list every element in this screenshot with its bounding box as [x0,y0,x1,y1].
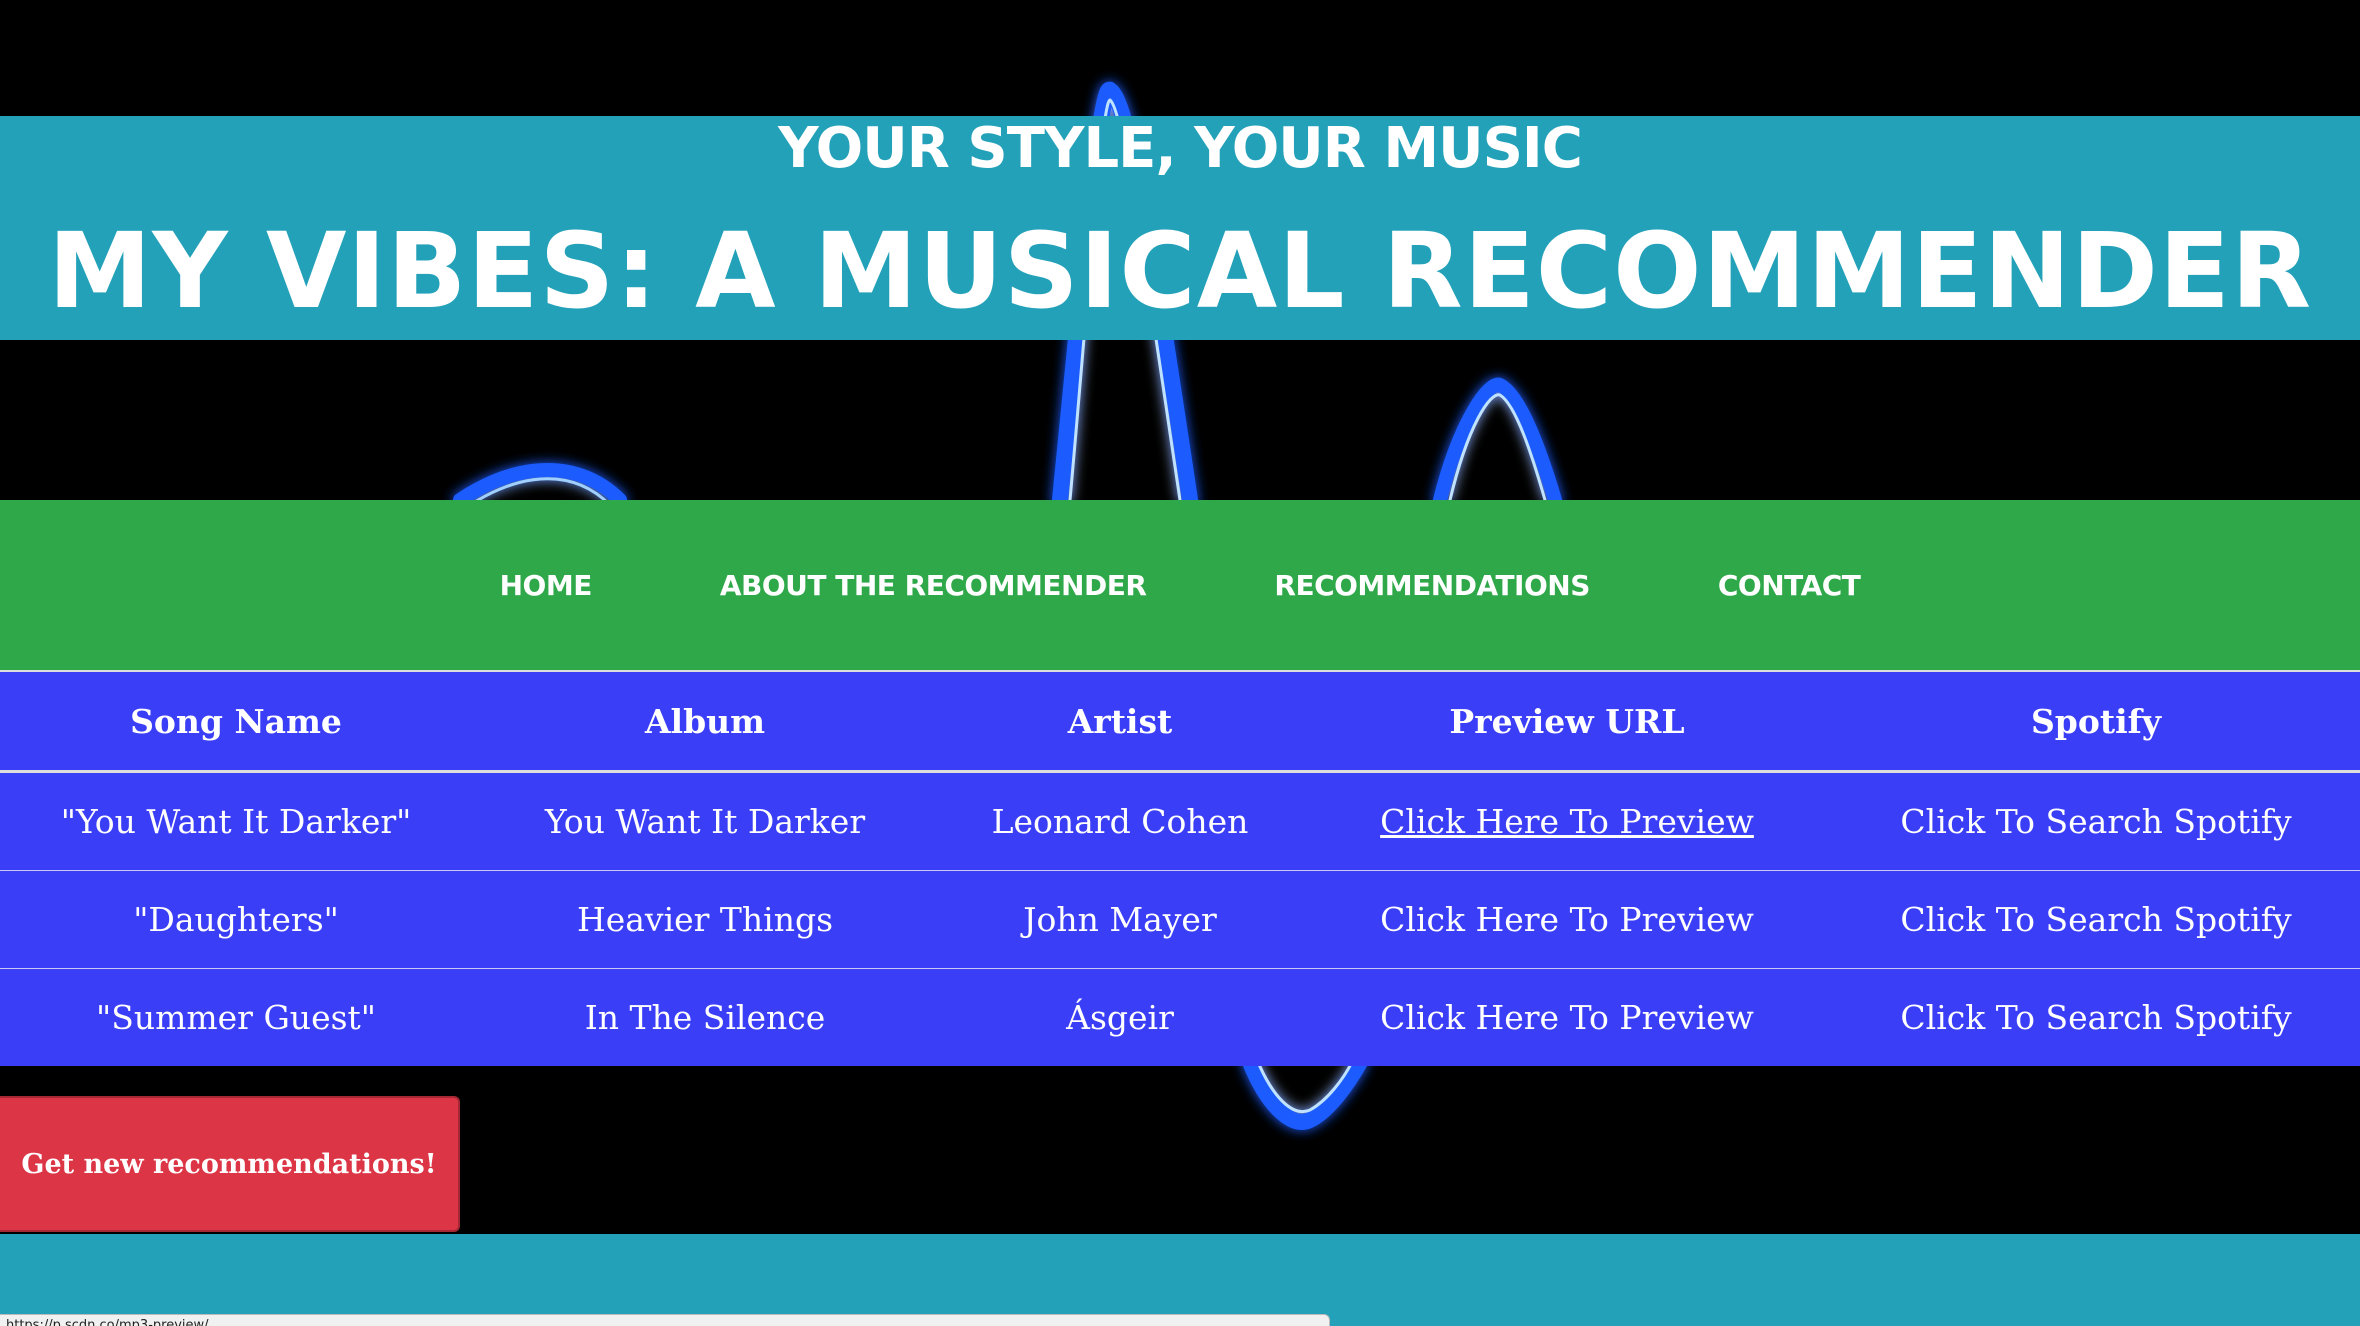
table-row: "Daughters" Heavier Things John Mayer Cl… [0,870,2360,969]
site-tagline: YOUR STYLE, YOUR MUSIC [778,116,1583,181]
album-cell: You Want It Darker [472,771,938,871]
album-cell: Heavier Things [472,870,938,969]
main-nav: HOME ABOUT THE RECOMMENDER RECOMMENDATIO… [0,500,2360,670]
browser-status-bar: https://p.scdn.co/mp3-preview/... [0,1314,1330,1326]
song-name-cell: "You Want It Darker" [0,771,472,871]
nav-contact[interactable]: CONTACT [1718,569,1861,602]
header-banner: YOUR STYLE, YOUR MUSIC MY VIBES: A MUSIC… [0,116,2360,340]
preview-link[interactable]: Click Here To Preview [1380,900,1754,939]
preview-cell: Click Here To Preview [1302,969,1832,1067]
preview-cell: Click Here To Preview [1302,771,1832,871]
footer-band [0,1234,2360,1326]
header-preview-url: Preview URL [1302,670,1832,773]
song-name-cell: "Daughters" [0,870,472,969]
spotify-search-link[interactable]: Click To Search Spotify [1900,998,2291,1037]
preview-link[interactable]: Click Here To Preview [1380,802,1754,841]
nav-about[interactable]: ABOUT THE RECOMMENDER [720,569,1147,602]
recommendations-table: Song Name Album Artist Preview URL Spoti… [0,670,2360,1066]
header-spotify: Spotify [1832,670,2360,773]
song-name-cell: "Summer Guest" [96,998,376,1037]
preview-link[interactable]: Click Here To Preview [1380,998,1754,1037]
artist-cell: John Mayer [938,870,1302,969]
nav-home[interactable]: HOME [500,569,593,602]
spotify-search-link[interactable]: Click To Search Spotify [1900,802,2291,841]
site-title: MY VIBES: A MUSICAL RECOMMENDER [47,210,2313,332]
artist-cell: Leonard Cohen [938,771,1302,871]
spotify-cell: Click To Search Spotify [1832,771,2360,871]
artist-cell: Ásgeir [1066,998,1174,1037]
spotify-cell: Click To Search Spotify [1832,870,2360,969]
spotify-search-link[interactable]: Click To Search Spotify [1900,900,2291,939]
header-artist: Artist [938,670,1302,773]
spotify-cell: Click To Search Spotify [1832,969,2360,1067]
preview-cell: Click Here To Preview [1302,870,1832,969]
header-album: Album [472,670,938,773]
table-header-row: Song Name Album Artist Preview URL Spoti… [0,670,2360,773]
table-row: "Summer Guest" In The Silence Ásgeir Cli… [0,969,2360,1067]
header-song-name: Song Name [0,670,472,773]
get-new-recommendations-button[interactable]: Get new recommendations! [0,1096,460,1232]
status-url: https://p.scdn.co/mp3-preview/... [6,1318,221,1326]
nav-recommendations[interactable]: RECOMMENDATIONS [1274,569,1590,602]
table-row: "You Want It Darker" You Want It Darker … [0,771,2360,871]
album-cell: In The Silence [584,998,826,1037]
